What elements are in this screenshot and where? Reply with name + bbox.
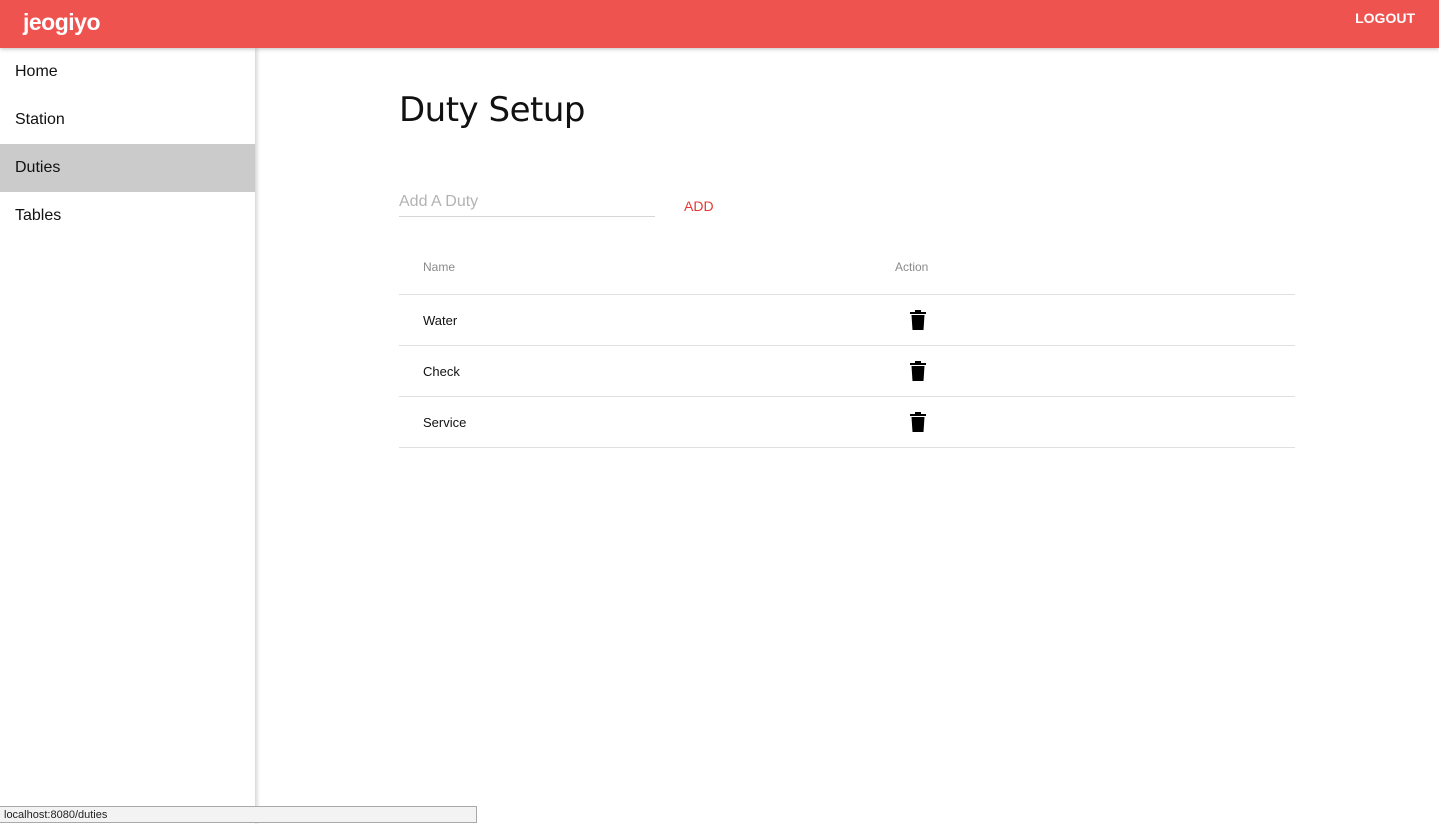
sidebar-item-station[interactable]: Station (0, 96, 255, 144)
table-row: Service (399, 396, 1295, 448)
action-cell (871, 396, 1295, 448)
sidebar: Home Station Duties Tables (0, 48, 255, 824)
brand-logo[interactable]: jeogiyo (23, 9, 101, 36)
trash-icon[interactable] (910, 412, 926, 432)
page-title: Duty Setup (399, 90, 585, 130)
table-row: Water (399, 294, 1295, 346)
action-cell (871, 345, 1295, 397)
duty-name: Service (399, 396, 871, 448)
browser-status-bar: localhost:8080/duties (0, 806, 477, 823)
trash-icon[interactable] (910, 310, 926, 330)
add-duty-input[interactable] (399, 188, 655, 217)
column-header-action: Action (871, 240, 1295, 295)
table-header-row: Name Action (399, 240, 1295, 295)
action-cell (871, 294, 1295, 346)
duty-name: Check (399, 345, 871, 397)
logout-button[interactable]: LOGOUT (1355, 10, 1415, 26)
column-header-name: Name (399, 240, 871, 295)
duties-table: Name Action Water Check Service (399, 240, 1295, 448)
table-row: Check (399, 345, 1295, 397)
trash-icon[interactable] (910, 361, 926, 381)
duty-name: Water (399, 294, 871, 346)
sidebar-item-tables[interactable]: Tables (0, 192, 255, 240)
sidebar-item-duties[interactable]: Duties (0, 144, 255, 192)
app-bar: jeogiyo LOGOUT (0, 0, 1439, 48)
add-duty-button[interactable]: ADD (684, 198, 714, 214)
sidebar-item-home[interactable]: Home (0, 48, 255, 96)
